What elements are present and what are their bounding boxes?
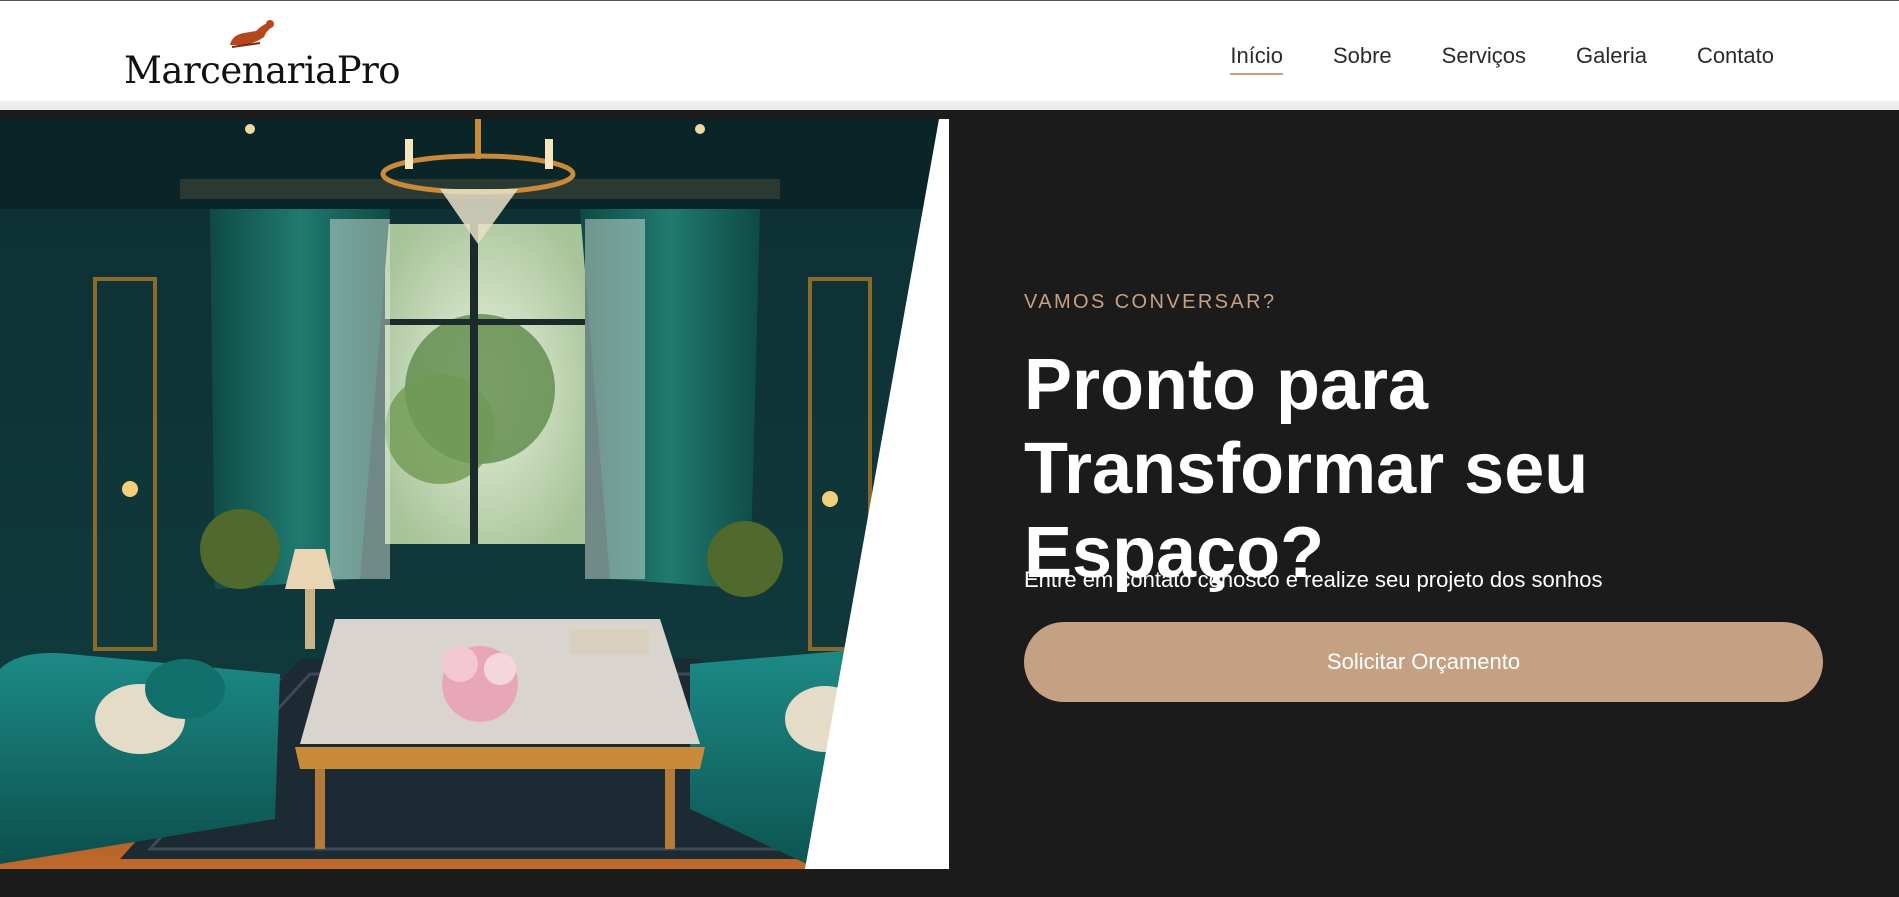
nav-item-inicio[interactable]: Início xyxy=(1230,43,1283,75)
woodworking-plane-icon xyxy=(230,20,274,48)
hero-content: VAMOS CONVERSAR? Pronto para Transformar… xyxy=(1024,119,1824,869)
hero-image xyxy=(0,119,949,869)
logo-text: MarcenariaPro xyxy=(124,49,401,92)
hero-eyebrow: VAMOS CONVERSAR? xyxy=(1024,291,1277,313)
request-quote-button[interactable]: Solicitar Orçamento xyxy=(1024,622,1823,702)
nav-item-contato[interactable]: Contato xyxy=(1697,43,1774,75)
hero-headline: Pronto para Transformar seu Espaço? xyxy=(1024,345,1589,593)
hero-subtext: Entre em contato conosco e realize seu p… xyxy=(1024,567,1603,592)
logo[interactable]: MarcenariaPro xyxy=(124,19,404,92)
nav-item-sobre[interactable]: Sobre xyxy=(1333,43,1392,75)
nav-item-galeria[interactable]: Galeria xyxy=(1576,43,1647,75)
nav-item-servicos[interactable]: Serviços xyxy=(1442,43,1526,75)
site-header: MarcenariaPro Início Sobre Serviços Gale… xyxy=(0,0,1899,110)
main-nav: Início Sobre Serviços Galeria Contato xyxy=(1230,43,1774,75)
living-room-photo xyxy=(0,119,949,869)
